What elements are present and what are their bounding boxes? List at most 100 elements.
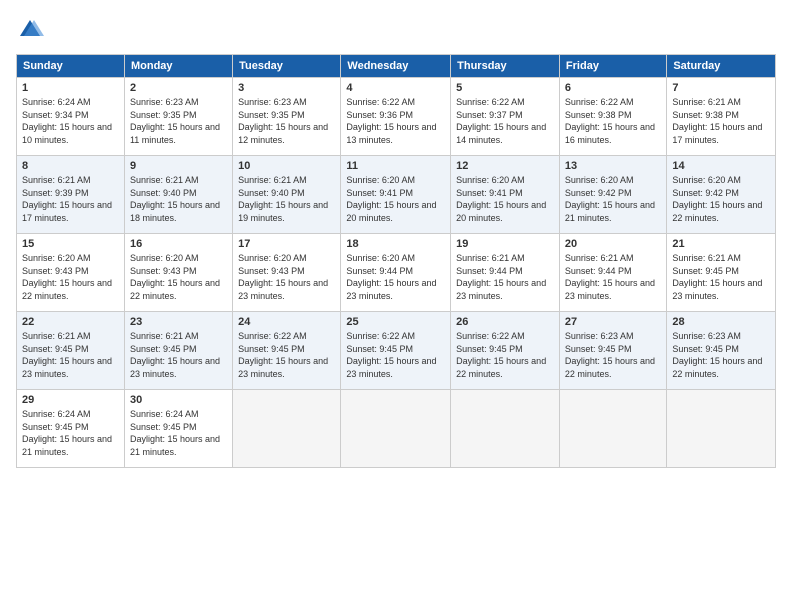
sunrise-label: Sunrise: 6:20 AM	[565, 175, 634, 185]
sunset-label: Sunset: 9:45 PM	[672, 344, 739, 354]
col-header-sunday: Sunday	[17, 55, 125, 78]
sunrise-label: Sunrise: 6:20 AM	[346, 253, 415, 263]
sunrise-label: Sunrise: 6:23 AM	[672, 331, 741, 341]
sunset-label: Sunset: 9:44 PM	[346, 266, 413, 276]
sunrise-label: Sunrise: 6:21 AM	[238, 175, 307, 185]
col-header-saturday: Saturday	[667, 55, 776, 78]
logo-icon	[16, 16, 44, 44]
day-number: 29	[22, 394, 119, 406]
day-cell: 19 Sunrise: 6:21 AM Sunset: 9:44 PM Dayl…	[451, 234, 560, 312]
day-number: 28	[672, 316, 770, 328]
day-info: Sunrise: 6:21 AM Sunset: 9:45 PM Dayligh…	[672, 252, 770, 302]
day-cell: 26 Sunrise: 6:22 AM Sunset: 9:45 PM Dayl…	[451, 312, 560, 390]
day-number: 25	[346, 316, 445, 328]
sunset-label: Sunset: 9:43 PM	[130, 266, 197, 276]
sunset-label: Sunset: 9:45 PM	[130, 422, 197, 432]
day-number: 23	[130, 316, 227, 328]
header	[16, 16, 776, 44]
sunrise-label: Sunrise: 6:23 AM	[238, 97, 307, 107]
daylight-label: Daylight: 15 hours and 23 minutes.	[238, 278, 328, 301]
page: SundayMondayTuesdayWednesdayThursdayFrid…	[0, 0, 792, 612]
day-number: 30	[130, 394, 227, 406]
day-info: Sunrise: 6:22 AM Sunset: 9:37 PM Dayligh…	[456, 96, 554, 146]
day-cell: 4 Sunrise: 6:22 AM Sunset: 9:36 PM Dayli…	[341, 78, 451, 156]
daylight-label: Daylight: 15 hours and 23 minutes.	[238, 356, 328, 379]
day-info: Sunrise: 6:20 AM Sunset: 9:41 PM Dayligh…	[456, 174, 554, 224]
sunset-label: Sunset: 9:43 PM	[22, 266, 89, 276]
sunset-label: Sunset: 9:45 PM	[238, 344, 305, 354]
sunset-label: Sunset: 9:45 PM	[565, 344, 632, 354]
col-header-friday: Friday	[559, 55, 666, 78]
sunset-label: Sunset: 9:45 PM	[346, 344, 413, 354]
day-info: Sunrise: 6:20 AM Sunset: 9:41 PM Dayligh…	[346, 174, 445, 224]
day-info: Sunrise: 6:21 AM Sunset: 9:44 PM Dayligh…	[456, 252, 554, 302]
day-info: Sunrise: 6:21 AM Sunset: 9:45 PM Dayligh…	[22, 330, 119, 380]
week-row-2: 8 Sunrise: 6:21 AM Sunset: 9:39 PM Dayli…	[17, 156, 776, 234]
daylight-label: Daylight: 15 hours and 21 minutes.	[130, 434, 220, 457]
sunset-label: Sunset: 9:37 PM	[456, 110, 523, 120]
sunrise-label: Sunrise: 6:22 AM	[346, 97, 415, 107]
sunset-label: Sunset: 9:45 PM	[22, 422, 89, 432]
day-cell: 22 Sunrise: 6:21 AM Sunset: 9:45 PM Dayl…	[17, 312, 125, 390]
day-cell: 29 Sunrise: 6:24 AM Sunset: 9:45 PM Dayl…	[17, 390, 125, 468]
day-cell: 21 Sunrise: 6:21 AM Sunset: 9:45 PM Dayl…	[667, 234, 776, 312]
daylight-label: Daylight: 15 hours and 22 minutes.	[672, 200, 762, 223]
sunrise-label: Sunrise: 6:20 AM	[346, 175, 415, 185]
day-number: 1	[22, 82, 119, 94]
daylight-label: Daylight: 15 hours and 16 minutes.	[565, 122, 655, 145]
week-row-3: 15 Sunrise: 6:20 AM Sunset: 9:43 PM Dayl…	[17, 234, 776, 312]
sunset-label: Sunset: 9:38 PM	[672, 110, 739, 120]
sunset-label: Sunset: 9:42 PM	[672, 188, 739, 198]
day-info: Sunrise: 6:20 AM Sunset: 9:42 PM Dayligh…	[672, 174, 770, 224]
daylight-label: Daylight: 15 hours and 17 minutes.	[672, 122, 762, 145]
sunrise-label: Sunrise: 6:22 AM	[565, 97, 634, 107]
day-number: 6	[565, 82, 661, 94]
daylight-label: Daylight: 15 hours and 21 minutes.	[565, 200, 655, 223]
day-cell: 12 Sunrise: 6:20 AM Sunset: 9:41 PM Dayl…	[451, 156, 560, 234]
sunrise-label: Sunrise: 6:24 AM	[22, 97, 91, 107]
sunset-label: Sunset: 9:39 PM	[22, 188, 89, 198]
day-number: 9	[130, 160, 227, 172]
day-info: Sunrise: 6:20 AM Sunset: 9:43 PM Dayligh…	[130, 252, 227, 302]
sunrise-label: Sunrise: 6:21 AM	[565, 253, 634, 263]
day-cell: 30 Sunrise: 6:24 AM Sunset: 9:45 PM Dayl…	[124, 390, 232, 468]
day-cell	[559, 390, 666, 468]
sunset-label: Sunset: 9:44 PM	[456, 266, 523, 276]
day-info: Sunrise: 6:21 AM Sunset: 9:45 PM Dayligh…	[130, 330, 227, 380]
day-cell: 18 Sunrise: 6:20 AM Sunset: 9:44 PM Dayl…	[341, 234, 451, 312]
daylight-label: Daylight: 15 hours and 23 minutes.	[565, 278, 655, 301]
day-info: Sunrise: 6:21 AM Sunset: 9:38 PM Dayligh…	[672, 96, 770, 146]
sunset-label: Sunset: 9:43 PM	[238, 266, 305, 276]
sunset-label: Sunset: 9:35 PM	[238, 110, 305, 120]
day-cell: 24 Sunrise: 6:22 AM Sunset: 9:45 PM Dayl…	[233, 312, 341, 390]
sunrise-label: Sunrise: 6:20 AM	[672, 175, 741, 185]
sunset-label: Sunset: 9:42 PM	[565, 188, 632, 198]
sunrise-label: Sunrise: 6:24 AM	[22, 409, 91, 419]
day-info: Sunrise: 6:22 AM Sunset: 9:45 PM Dayligh…	[456, 330, 554, 380]
day-cell	[341, 390, 451, 468]
day-cell	[451, 390, 560, 468]
day-number: 2	[130, 82, 227, 94]
day-cell: 2 Sunrise: 6:23 AM Sunset: 9:35 PM Dayli…	[124, 78, 232, 156]
daylight-label: Daylight: 15 hours and 23 minutes.	[672, 278, 762, 301]
daylight-label: Daylight: 15 hours and 10 minutes.	[22, 122, 112, 145]
sunrise-label: Sunrise: 6:21 AM	[456, 253, 525, 263]
day-number: 13	[565, 160, 661, 172]
daylight-label: Daylight: 15 hours and 12 minutes.	[238, 122, 328, 145]
day-number: 3	[238, 82, 335, 94]
daylight-label: Daylight: 15 hours and 14 minutes.	[456, 122, 546, 145]
day-info: Sunrise: 6:23 AM Sunset: 9:45 PM Dayligh…	[565, 330, 661, 380]
daylight-label: Daylight: 15 hours and 23 minutes.	[346, 278, 436, 301]
calendar-table: SundayMondayTuesdayWednesdayThursdayFrid…	[16, 54, 776, 468]
sunset-label: Sunset: 9:38 PM	[565, 110, 632, 120]
sunrise-label: Sunrise: 6:20 AM	[456, 175, 525, 185]
day-cell: 13 Sunrise: 6:20 AM Sunset: 9:42 PM Dayl…	[559, 156, 666, 234]
sunset-label: Sunset: 9:40 PM	[238, 188, 305, 198]
day-cell	[233, 390, 341, 468]
day-cell: 3 Sunrise: 6:23 AM Sunset: 9:35 PM Dayli…	[233, 78, 341, 156]
sunset-label: Sunset: 9:36 PM	[346, 110, 413, 120]
day-cell: 9 Sunrise: 6:21 AM Sunset: 9:40 PM Dayli…	[124, 156, 232, 234]
day-info: Sunrise: 6:20 AM Sunset: 9:44 PM Dayligh…	[346, 252, 445, 302]
header-row: SundayMondayTuesdayWednesdayThursdayFrid…	[17, 55, 776, 78]
sunrise-label: Sunrise: 6:20 AM	[22, 253, 91, 263]
